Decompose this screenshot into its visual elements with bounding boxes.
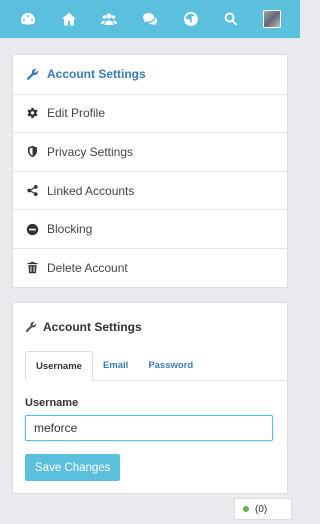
wrench-icon xyxy=(25,321,37,333)
menu-item-label: Delete Account xyxy=(47,260,128,275)
minus-circle-icon xyxy=(25,222,39,236)
menu-item-label: Linked Accounts xyxy=(47,183,135,198)
tab-password[interactable]: Password xyxy=(138,351,203,380)
online-count: (0) xyxy=(255,503,268,515)
username-field[interactable] xyxy=(25,415,273,441)
gear-icon xyxy=(25,106,39,120)
globe-icon[interactable] xyxy=(180,8,202,30)
online-status-chip[interactable]: (0) xyxy=(234,498,292,520)
tab-username[interactable]: Username xyxy=(25,351,93,381)
menu-item-linked-accounts[interactable]: Linked Accounts xyxy=(13,170,287,210)
account-settings-form: Account Settings Username Email Password… xyxy=(12,302,288,494)
users-icon[interactable] xyxy=(98,8,120,30)
share-icon xyxy=(25,184,39,198)
home-icon[interactable] xyxy=(58,8,80,30)
username-label: Username xyxy=(25,397,79,409)
dashboard-icon[interactable] xyxy=(17,8,39,30)
menu-item-label: Blocking xyxy=(47,222,93,237)
form-title: Account Settings xyxy=(43,320,142,334)
tab-email[interactable]: Email xyxy=(93,351,138,380)
menu-item-label: Privacy Settings xyxy=(47,144,134,159)
chat-icon[interactable] xyxy=(139,8,161,30)
menu-item-edit-profile[interactable]: Edit Profile xyxy=(13,93,287,133)
top-nav-bar xyxy=(0,0,300,38)
form-header: Account Settings xyxy=(13,303,287,351)
shield-icon xyxy=(25,145,39,159)
menu-item-blocking[interactable]: Blocking xyxy=(13,209,287,248)
settings-tabs: Username Email Password xyxy=(25,351,287,381)
settings-menu: Account Settings Edit Profile Privacy Se… xyxy=(12,54,288,288)
menu-item-label: Account Settings xyxy=(47,67,146,82)
menu-item-delete-account[interactable]: Delete Account xyxy=(13,247,287,287)
menu-item-privacy-settings[interactable]: Privacy Settings xyxy=(13,132,287,171)
menu-item-label: Edit Profile xyxy=(47,106,106,121)
trash-icon xyxy=(25,261,39,275)
save-changes-button[interactable]: Save Changes xyxy=(25,454,121,481)
avatar[interactable] xyxy=(261,8,283,30)
search-icon[interactable] xyxy=(220,8,242,30)
online-dot-icon xyxy=(243,506,249,512)
menu-item-account-settings[interactable]: Account Settings xyxy=(13,55,287,94)
avatar-image xyxy=(262,10,281,28)
wrench-icon xyxy=(25,67,39,81)
